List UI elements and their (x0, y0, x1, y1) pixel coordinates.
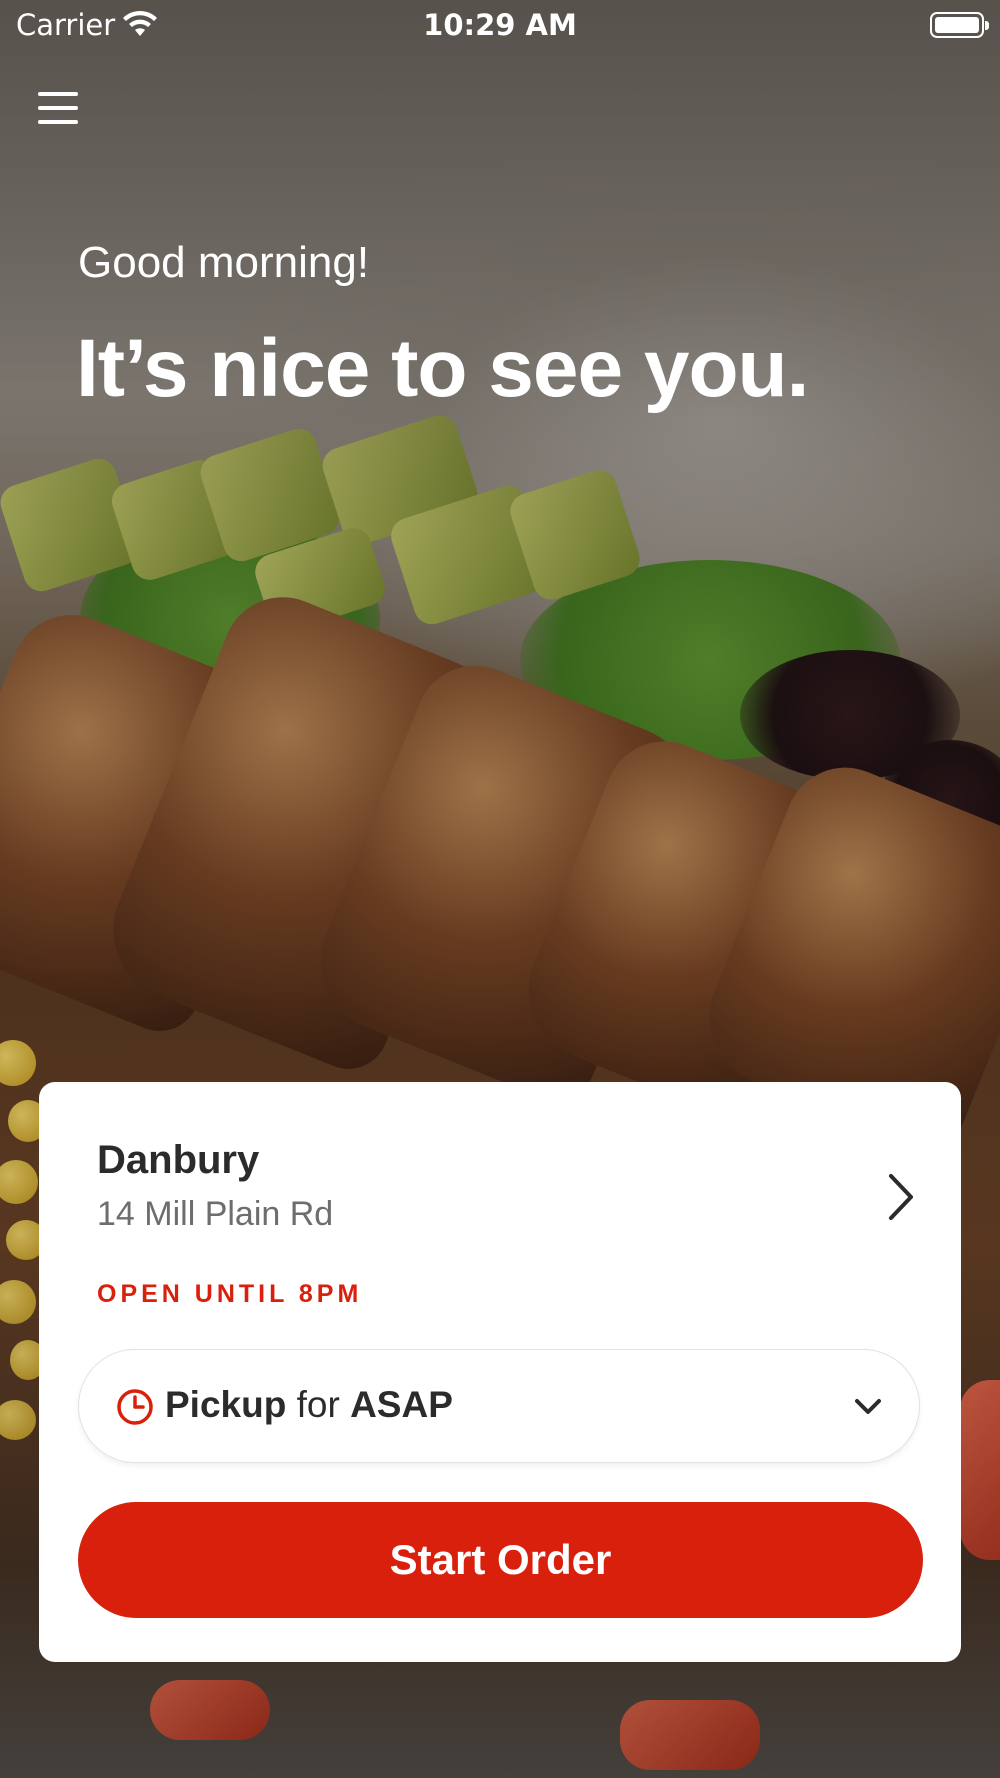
clock-icon (117, 1389, 153, 1425)
order-connector-label: for (296, 1384, 340, 1425)
pickup-time-dropdown[interactable]: Pickup for ASAP (78, 1349, 920, 1463)
location-card: Danbury 14 Mill Plain Rd OPEN UNTIL 8PM … (39, 1082, 961, 1662)
headline-text: It’s nice to see you. (76, 323, 809, 414)
open-status-badge: OPEN UNTIL 8PM (97, 1280, 363, 1308)
pickup-summary: Pickup for ASAP (165, 1384, 453, 1426)
hamburger-menu-icon[interactable] (38, 92, 78, 132)
chevron-right-icon (889, 1174, 913, 1220)
chevron-down-icon (855, 1399, 881, 1414)
greeting-text: Good morning! (78, 238, 370, 287)
status-bar: Carrier 10:29 AM (0, 0, 1000, 50)
order-mode-label: Pickup (165, 1384, 287, 1425)
start-order-button[interactable]: Start Order (78, 1502, 923, 1618)
location-address: 14 Mill Plain Rd (97, 1195, 334, 1233)
order-time-label: ASAP (350, 1384, 453, 1425)
clock-time: 10:29 AM (423, 8, 577, 42)
location-name: Danbury (97, 1138, 260, 1182)
location-selector[interactable]: Danbury 14 Mill Plain Rd (97, 1138, 917, 1234)
battery-icon (930, 12, 989, 38)
